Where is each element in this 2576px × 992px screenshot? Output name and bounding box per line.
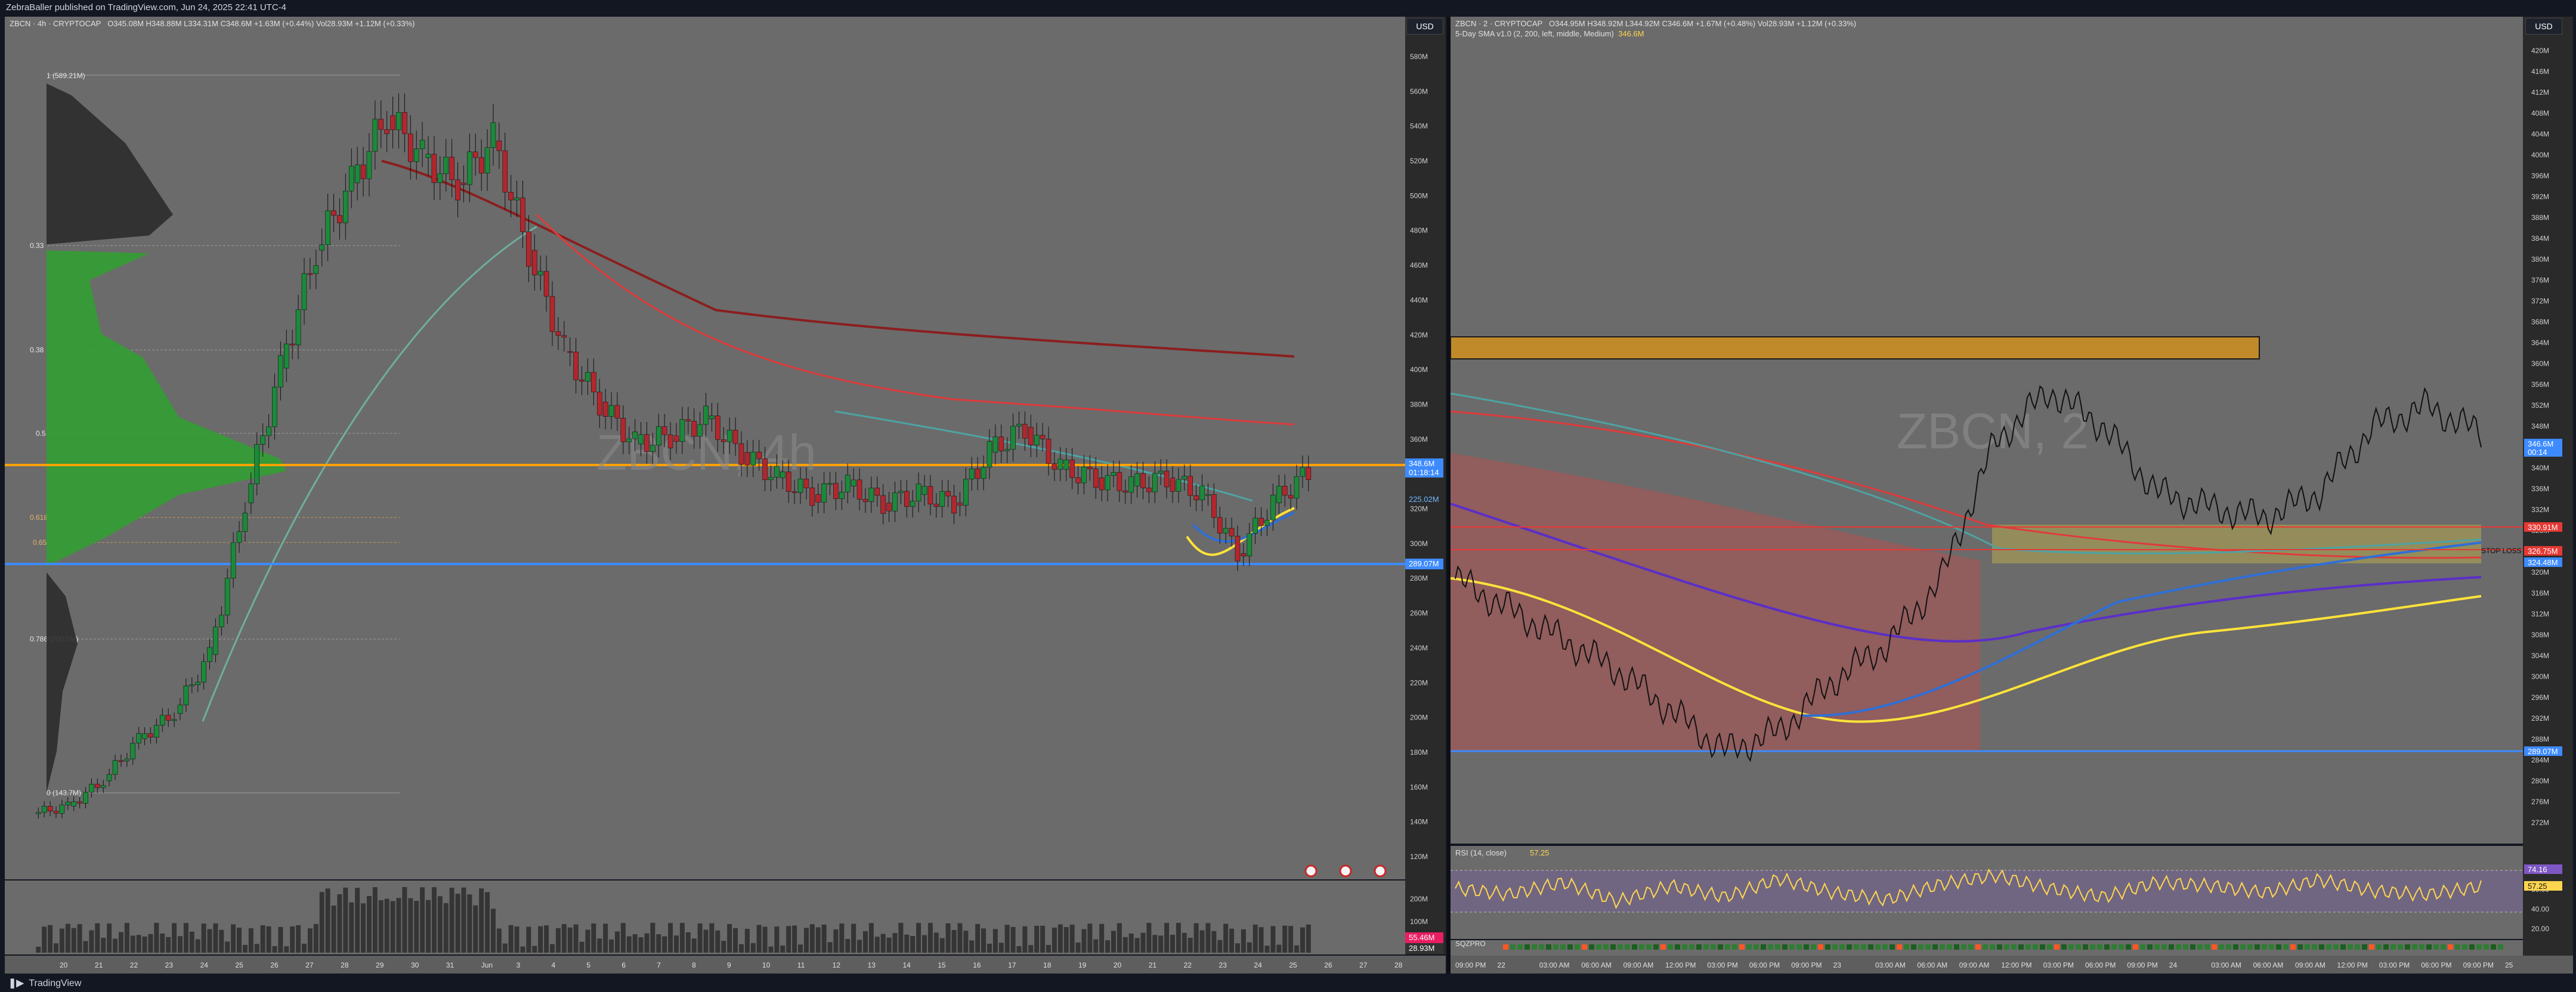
right-time-axis[interactable] (1451, 956, 2573, 974)
left-currency-button[interactable]: USD (1406, 18, 1443, 35)
right-sma-value: 346.6M (1618, 29, 1644, 38)
right-chart-pane[interactable] (1451, 17, 2523, 844)
left-ohlc: O345.08M H348.88M L334.31M C348.6M +1.63… (107, 19, 415, 28)
publish-text: ZebraBaller published on TradingView.com… (6, 2, 287, 13)
right-rsi-pane[interactable] (1451, 846, 2523, 939)
brand-label: TradingView (29, 978, 82, 988)
right-currency-label: USD (2535, 21, 2553, 31)
left-volume-pane[interactable] (5, 881, 1405, 954)
publish-banner: ZebraBaller published on TradingView.com… (0, 0, 2576, 16)
right-sma-legend: 5-Day SMA v1.0 (2, 200, left, middle, Me… (1455, 29, 1644, 38)
left-currency-label: USD (1416, 21, 1434, 31)
right-currency-button[interactable]: USD (2525, 18, 2562, 35)
right-sqz-pane[interactable] (1451, 940, 2523, 956)
tradingview-logo-icon: ❚▶ (8, 978, 24, 988)
left-chart-pane[interactable] (5, 17, 1405, 879)
right-symbol-title: ZBCN · 2 · CRYPTOCAP (1455, 19, 1543, 28)
right-ohlc: O344.95M H348.92M L344.92M C346.6M +1.67… (1549, 19, 1857, 28)
left-symbol-header: ZBCN · 4h · CRYPTOCAP O345.08M H348.88M … (10, 19, 415, 28)
right-price-scale[interactable] (2523, 17, 2573, 956)
left-price-scale[interactable] (1405, 17, 1446, 954)
brand-footer: ❚▶ TradingView (0, 975, 2576, 992)
left-symbol-title: ZBCN · 4h · CRYPTOCAP (10, 19, 101, 28)
left-time-axis[interactable] (5, 956, 1446, 974)
right-symbol-header: ZBCN · 2 · CRYPTOCAP O344.95M H348.92M L… (1455, 19, 1856, 28)
right-sma-label: 5-Day SMA v1.0 (2, 200, left, middle, Me… (1455, 29, 1614, 38)
